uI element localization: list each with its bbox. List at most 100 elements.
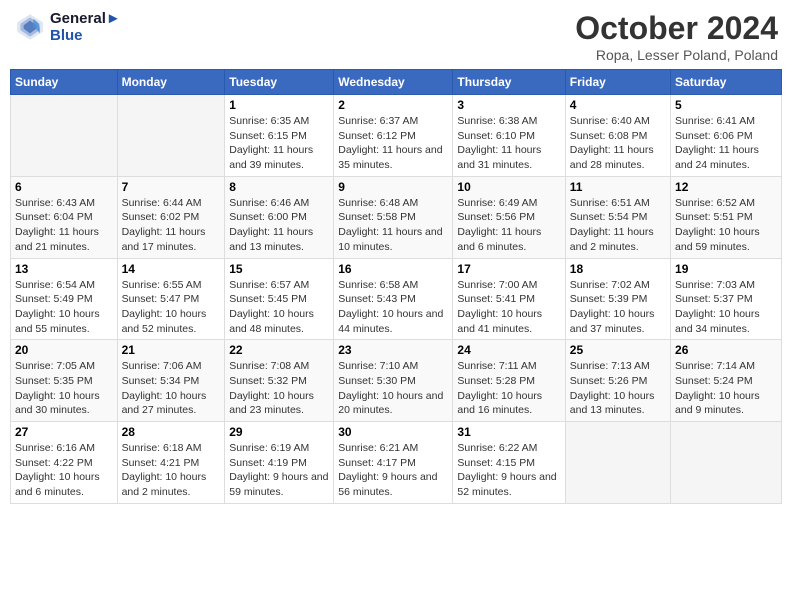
calendar-cell: 19 Sunrise: 7:03 AM Sunset: 5:37 PM Dayli… — [671, 258, 782, 340]
day-number: 8 — [229, 180, 329, 194]
calendar-cell: 13Sunrise: 6:54 AM Sunset: 5:49 PM Dayli… — [11, 258, 118, 340]
calendar-cell: 12 Sunrise: 6:52 AM Sunset: 5:51 PM Dayli… — [671, 176, 782, 258]
calendar-cell: 29Sunrise: 6:19 AM Sunset: 4:19 PM Dayli… — [225, 422, 334, 504]
calendar-cell: 6Sunrise: 6:43 AM Sunset: 6:04 PM Daylig… — [11, 176, 118, 258]
calendar-cell: 25 Sunrise: 7:13 AM Sunset: 5:26 PM Dayli… — [565, 340, 670, 422]
calendar-cell: 24Sunrise: 7:11 AM Sunset: 5:28 PM Dayli… — [453, 340, 565, 422]
day-info: Sunrise: 7:14 AM Sunset: 5:24 PM Dayligh… — [675, 359, 777, 418]
day-number: 26 — [675, 343, 777, 357]
day-number: 18 — [570, 262, 666, 276]
day-number: 14 — [122, 262, 221, 276]
day-info: Sunrise: 6:40 AM Sunset: 6:08 PM Dayligh… — [570, 114, 666, 173]
calendar-cell: 26 Sunrise: 7:14 AM Sunset: 5:24 PM Dayli… — [671, 340, 782, 422]
calendar-cell: 30Sunrise: 6:21 AM Sunset: 4:17 PM Dayli… — [334, 422, 453, 504]
day-info: Sunrise: 7:08 AM Sunset: 5:32 PM Dayligh… — [229, 359, 329, 418]
day-number: 12 — [675, 180, 777, 194]
day-info: Sunrise: 6:41 AM Sunset: 6:06 PM Dayligh… — [675, 114, 777, 173]
day-number: 27 — [15, 425, 113, 439]
day-info: Sunrise: 6:46 AM Sunset: 6:00 PM Dayligh… — [229, 196, 329, 255]
day-info: Sunrise: 6:35 AM Sunset: 6:15 PM Dayligh… — [229, 114, 329, 173]
calendar-cell: 2Sunrise: 6:37 AM Sunset: 6:12 PM Daylig… — [334, 95, 453, 177]
calendar-cell: 31 Sunrise: 6:22 AM Sunset: 4:15 PM Dayli… — [453, 422, 565, 504]
calendar-cell: 9 Sunrise: 6:48 AM Sunset: 5:58 PM Daylig… — [334, 176, 453, 258]
day-number: 16 — [338, 262, 448, 276]
day-number: 31 — [457, 425, 560, 439]
calendar-cell: 11 Sunrise: 6:51 AM Sunset: 5:54 PM Dayli… — [565, 176, 670, 258]
day-number: 7 — [122, 180, 221, 194]
calendar-cell: 20Sunrise: 7:05 AM Sunset: 5:35 PM Dayli… — [11, 340, 118, 422]
day-header-sunday: Sunday — [11, 70, 118, 95]
day-info: Sunrise: 6:38 AM Sunset: 6:10 PM Dayligh… — [457, 114, 560, 173]
day-info: Sunrise: 7:13 AM Sunset: 5:26 PM Dayligh… — [570, 359, 666, 418]
day-info: Sunrise: 7:03 AM Sunset: 5:37 PM Dayligh… — [675, 278, 777, 337]
calendar-cell — [117, 95, 225, 177]
day-header-friday: Friday — [565, 70, 670, 95]
day-info: Sunrise: 6:52 AM Sunset: 5:51 PM Dayligh… — [675, 196, 777, 255]
day-number: 1 — [229, 98, 329, 112]
calendar-cell: 14 Sunrise: 6:55 AM Sunset: 5:47 PM Dayli… — [117, 258, 225, 340]
day-number: 21 — [122, 343, 221, 357]
calendar-cell: 1 Sunrise: 6:35 AM Sunset: 6:15 PM Daylig… — [225, 95, 334, 177]
day-number: 22 — [229, 343, 329, 357]
day-number: 2 — [338, 98, 448, 112]
calendar-cell: 5 Sunrise: 6:41 AM Sunset: 6:06 PM Daylig… — [671, 95, 782, 177]
calendar-cell: 3 Sunrise: 6:38 AM Sunset: 6:10 PM Daylig… — [453, 95, 565, 177]
day-number: 28 — [122, 425, 221, 439]
day-info: Sunrise: 7:10 AM Sunset: 5:30 PM Dayligh… — [338, 359, 448, 418]
calendar-cell: 10Sunrise: 6:49 AM Sunset: 5:56 PM Dayli… — [453, 176, 565, 258]
day-number: 25 — [570, 343, 666, 357]
location: Ropa, Lesser Poland, Poland — [575, 47, 778, 63]
day-header-monday: Monday — [117, 70, 225, 95]
day-info: Sunrise: 6:22 AM Sunset: 4:15 PM Dayligh… — [457, 441, 560, 500]
month-title: October 2024 — [575, 10, 778, 47]
calendar-cell — [671, 422, 782, 504]
calendar-header-row: SundayMondayTuesdayWednesdayThursdayFrid… — [11, 70, 782, 95]
logo-text: General► Blue — [50, 10, 121, 44]
day-number: 13 — [15, 262, 113, 276]
day-info: Sunrise: 7:06 AM Sunset: 5:34 PM Dayligh… — [122, 359, 221, 418]
calendar-cell: 22 Sunrise: 7:08 AM Sunset: 5:32 PM Dayli… — [225, 340, 334, 422]
day-header-wednesday: Wednesday — [334, 70, 453, 95]
day-number: 15 — [229, 262, 329, 276]
day-info: Sunrise: 6:57 AM Sunset: 5:45 PM Dayligh… — [229, 278, 329, 337]
day-info: Sunrise: 7:05 AM Sunset: 5:35 PM Dayligh… — [15, 359, 113, 418]
day-number: 23 — [338, 343, 448, 357]
calendar-cell: 28 Sunrise: 6:18 AM Sunset: 4:21 PM Dayli… — [117, 422, 225, 504]
day-number: 17 — [457, 262, 560, 276]
calendar-table: SundayMondayTuesdayWednesdayThursdayFrid… — [10, 69, 782, 504]
day-number: 9 — [338, 180, 448, 194]
calendar-cell: 27 Sunrise: 6:16 AM Sunset: 4:22 PM Dayli… — [11, 422, 118, 504]
day-info: Sunrise: 6:18 AM Sunset: 4:21 PM Dayligh… — [122, 441, 221, 500]
day-info: Sunrise: 7:11 AM Sunset: 5:28 PM Dayligh… — [457, 359, 560, 418]
day-header-tuesday: Tuesday — [225, 70, 334, 95]
day-number: 11 — [570, 180, 666, 194]
day-number: 4 — [570, 98, 666, 112]
day-number: 19 — [675, 262, 777, 276]
logo-icon — [14, 11, 46, 43]
day-info: Sunrise: 6:16 AM Sunset: 4:22 PM Dayligh… — [15, 441, 113, 500]
day-info: Sunrise: 6:58 AM Sunset: 5:43 PM Dayligh… — [338, 278, 448, 337]
day-info: Sunrise: 6:55 AM Sunset: 5:47 PM Dayligh… — [122, 278, 221, 337]
day-header-thursday: Thursday — [453, 70, 565, 95]
week-row-4: 20Sunrise: 7:05 AM Sunset: 5:35 PM Dayli… — [11, 340, 782, 422]
day-header-saturday: Saturday — [671, 70, 782, 95]
day-info: Sunrise: 6:48 AM Sunset: 5:58 PM Dayligh… — [338, 196, 448, 255]
week-row-5: 27 Sunrise: 6:16 AM Sunset: 4:22 PM Dayli… — [11, 422, 782, 504]
day-number: 29 — [229, 425, 329, 439]
calendar-cell: 4 Sunrise: 6:40 AM Sunset: 6:08 PM Daylig… — [565, 95, 670, 177]
day-number: 10 — [457, 180, 560, 194]
calendar-cell: 23 Sunrise: 7:10 AM Sunset: 5:30 PM Dayli… — [334, 340, 453, 422]
calendar-cell — [11, 95, 118, 177]
day-number: 5 — [675, 98, 777, 112]
calendar-cell — [565, 422, 670, 504]
calendar-cell: 8 Sunrise: 6:46 AM Sunset: 6:00 PM Daylig… — [225, 176, 334, 258]
calendar-cell: 17Sunrise: 7:00 AM Sunset: 5:41 PM Dayli… — [453, 258, 565, 340]
week-row-1: 1 Sunrise: 6:35 AM Sunset: 6:15 PM Daylig… — [11, 95, 782, 177]
day-info: Sunrise: 6:43 AM Sunset: 6:04 PM Dayligh… — [15, 196, 113, 255]
calendar-cell: 16 Sunrise: 6:58 AM Sunset: 5:43 PM Dayli… — [334, 258, 453, 340]
day-info: Sunrise: 6:51 AM Sunset: 5:54 PM Dayligh… — [570, 196, 666, 255]
day-number: 3 — [457, 98, 560, 112]
calendar-cell: 7 Sunrise: 6:44 AM Sunset: 6:02 PM Daylig… — [117, 176, 225, 258]
day-info: Sunrise: 6:44 AM Sunset: 6:02 PM Dayligh… — [122, 196, 221, 255]
week-row-3: 13Sunrise: 6:54 AM Sunset: 5:49 PM Dayli… — [11, 258, 782, 340]
